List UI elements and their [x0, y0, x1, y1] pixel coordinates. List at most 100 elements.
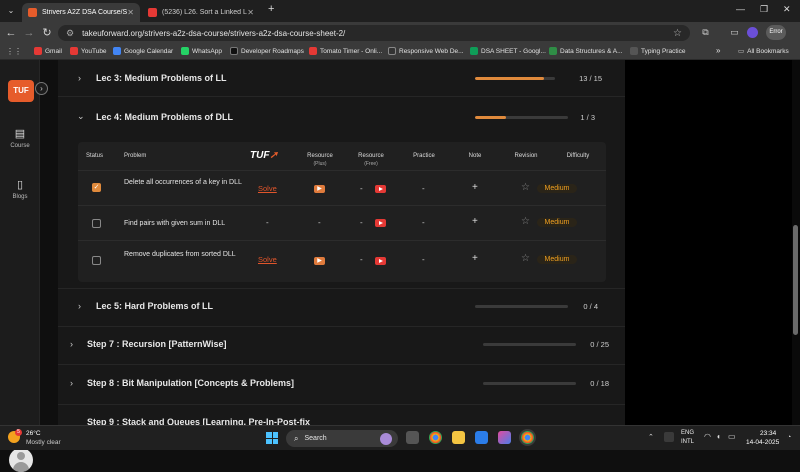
resource-free-dash: -	[360, 218, 363, 227]
back-icon[interactable]: ←	[4, 26, 18, 40]
address-bar[interactable]: ⚙ takeuforward.org/strivers-a2z-dsa-cour…	[58, 25, 690, 41]
add-note-button[interactable]: +	[472, 216, 478, 227]
tab-search-icon[interactable]: ⌄	[4, 4, 18, 18]
forward-icon[interactable]: →	[22, 26, 36, 40]
status-checkbox[interactable]	[92, 219, 101, 228]
file-explorer-icon[interactable]	[452, 431, 465, 444]
tab-title: Strivers A2Z DSA Course/Sheet	[42, 9, 128, 16]
bookmark-label: Developer Roadmaps	[241, 47, 304, 55]
bookmark-whatsapp[interactable]: WhatsApp	[181, 47, 222, 55]
battery-icon[interactable]: ▭	[728, 432, 736, 441]
tuf-favicon-icon	[28, 8, 37, 17]
bookmark-developer-roadmaps[interactable]: Developer Roadmaps	[230, 47, 304, 55]
progress-bar	[475, 305, 568, 308]
header-practice: Practice	[413, 153, 435, 159]
chrome-active-icon[interactable]	[521, 431, 534, 444]
keyboard-layout[interactable]: INTL	[681, 439, 694, 445]
table-row: ✓ Delete all occurrences of a key in DLL…	[78, 170, 606, 205]
new-tab-button[interactable]: +	[268, 3, 274, 15]
store-icon[interactable]	[475, 431, 488, 444]
sidebar-collapse-chevron-icon[interactable]: ›	[35, 82, 48, 95]
tuf-logo[interactable]: TUF	[8, 80, 34, 102]
bookmark-responsive-web[interactable]: Responsive Web De...	[388, 47, 464, 55]
all-bookmarks-button[interactable]: ▭ All Bookmarks	[738, 47, 789, 56]
chevron-right-icon[interactable]: ›	[78, 301, 81, 311]
close-icon[interactable]: ✕	[247, 8, 254, 17]
tomato-icon	[309, 47, 317, 55]
chevron-down-icon[interactable]: ⌄	[77, 111, 85, 122]
add-note-button[interactable]: +	[472, 253, 478, 264]
windows-start-icon[interactable]	[266, 432, 278, 444]
copilot-icon[interactable]	[498, 431, 511, 444]
section-lec5[interactable]: › Lec 5: Hard Problems of LL 0 / 4	[58, 289, 625, 327]
bookmark-google-calendar[interactable]: Google Calendar	[113, 47, 173, 55]
reload-icon[interactable]: ↻	[40, 26, 54, 40]
status-checkbox[interactable]: ✓	[92, 183, 101, 192]
bookmark-youtube[interactable]: YouTube	[70, 47, 107, 55]
wifi-icon[interactable]: ◠	[704, 432, 711, 441]
taskbar-search-box[interactable]: ⌕ Search	[286, 430, 398, 447]
practice-dash: -	[422, 218, 425, 227]
extensions-icon[interactable]: ⧉	[700, 27, 711, 38]
tray-app-icon[interactable]	[664, 432, 674, 442]
language-indicator[interactable]: ENG	[681, 430, 694, 436]
bookmark-gmail[interactable]: Gmail	[34, 47, 62, 55]
youtube-icon[interactable]	[375, 257, 386, 265]
weather-temperature[interactable]: 26°C	[26, 430, 41, 437]
bookmark-label: Tomato Timer - Onli...	[320, 47, 383, 55]
window-close-icon[interactable]: ✕	[783, 4, 791, 15]
avatar[interactable]	[9, 448, 33, 472]
chevron-right-icon[interactable]: ›	[70, 378, 73, 388]
restore-icon[interactable]: ❐	[760, 4, 768, 15]
profile-error-button[interactable]: Error	[766, 25, 786, 40]
weather-badge: 5	[15, 429, 22, 436]
revision-star-icon[interactable]: ☆	[521, 182, 530, 193]
sidebar-item-course[interactable]: ▤ Course	[0, 127, 40, 149]
chevron-right-icon[interactable]: ›	[70, 339, 73, 349]
youtube-icon[interactable]	[375, 219, 386, 227]
status-checkbox[interactable]	[92, 256, 101, 265]
revision-star-icon[interactable]: ☆	[521, 216, 530, 227]
bookmark-data-structures[interactable]: Data Structures & A...	[549, 47, 623, 55]
task-view-icon[interactable]	[406, 431, 419, 444]
bookmark-typing-practice[interactable]: Typing Practice	[630, 47, 685, 55]
section-lec3[interactable]: › Lec 3: Medium Problems of LL 13 / 15	[58, 60, 625, 97]
plus-resource-icon[interactable]: ▶	[314, 185, 325, 193]
scrollbar-thumb[interactable]	[793, 225, 798, 335]
minimize-icon[interactable]: —	[736, 4, 745, 14]
youtube-icon[interactable]	[375, 185, 386, 193]
sidebar-item-blogs[interactable]: ▯ Blogs	[0, 178, 40, 200]
site-info-icon[interactable]: ⚙	[66, 28, 74, 39]
clock-time[interactable]: 23:34	[760, 430, 776, 437]
section-lec4[interactable]: ⌄ Lec 4: Medium Problems of DLL 1 / 3 St…	[58, 97, 625, 289]
bookmarks-more-button[interactable]: »	[716, 46, 720, 55]
progress-count: 0 / 18	[590, 379, 609, 388]
bookmark-star-icon[interactable]: ☆	[673, 28, 682, 39]
solve-link[interactable]: Solve	[258, 184, 277, 193]
close-icon[interactable]: ✕	[127, 8, 134, 17]
tray-chevron-up-icon[interactable]: ⌃	[648, 433, 654, 441]
tab-strivers[interactable]: Strivers A2Z DSA Course/Sheet ✕	[22, 3, 140, 22]
add-note-button[interactable]: +	[472, 182, 478, 193]
volume-icon[interactable]: ◖	[716, 432, 721, 441]
apps-grid-icon[interactable]: ⋮⋮	[6, 47, 22, 56]
notifications-bell-icon[interactable]: ◔	[787, 434, 791, 441]
tab-youtube[interactable]: (5236) L26. Sort a Linked List | ✕	[142, 3, 260, 22]
bookmark-tomato-timer[interactable]: Tomato Timer - Onli...	[309, 47, 382, 55]
plus-resource-icon[interactable]: ▶	[314, 257, 325, 265]
section-step8[interactable]: › Step 8 : Bit Manipulation [Concepts & …	[58, 365, 625, 405]
extension-avatar-icon[interactable]	[747, 27, 758, 38]
solve-link[interactable]: Solve	[258, 255, 277, 264]
clock-date[interactable]: 14-04-2025	[746, 439, 779, 446]
bookmark-dsa-sheet[interactable]: DSA SHEET - Googl...	[470, 47, 546, 55]
revision-star-icon[interactable]: ☆	[521, 253, 530, 264]
chevron-right-icon[interactable]: ›	[78, 73, 81, 83]
chrome-icon[interactable]	[429, 431, 442, 444]
weather-condition[interactable]: Mostly clear	[26, 439, 61, 446]
cast-icon[interactable]: ▭	[729, 27, 740, 38]
section-step7[interactable]: › Step 7 : Recursion [PatternWise] 0 / 2…	[58, 327, 625, 365]
search-icon: ⌕	[294, 433, 299, 443]
bookmarks-bar: ⋮⋮ Gmail YouTube Google Calendar WhatsAp…	[0, 44, 800, 60]
section-step9[interactable]: Step 9 : Stack and Queues [Learning, Pre…	[58, 405, 625, 425]
bookmark-label: Responsive Web De...	[399, 47, 464, 55]
